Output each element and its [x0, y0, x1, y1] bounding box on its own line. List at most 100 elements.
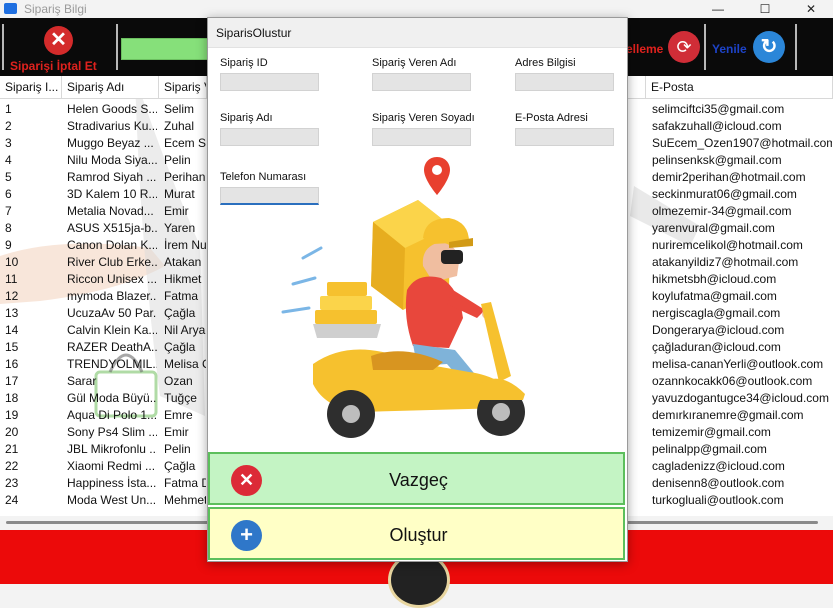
table-cell-owner: Çağla — [164, 306, 196, 320]
table-cell-email: nuriremcelikol@hotmail.com — [652, 238, 803, 252]
table-cell-email: temizemir@gmail.com — [652, 425, 771, 439]
table-cell-name: Moda West Un... — [67, 493, 157, 507]
table-cell-id: 8 — [5, 221, 12, 235]
table-cell-id: 1 — [5, 102, 12, 116]
table-cell-name: RAZER DeathA... — [67, 340, 157, 354]
create-button[interactable]: + Oluştur — [208, 507, 625, 560]
cancel-button[interactable]: ✕ Vazgeç — [208, 452, 625, 505]
table-cell-email: demir2perihan@hotmail.com — [652, 170, 806, 184]
table-cell-name: Helen Goods S... — [67, 102, 157, 116]
close-window-button[interactable]: ✕ — [788, 0, 833, 18]
toolbar-divider — [795, 24, 797, 70]
table-cell-email: ozannkocakk06@outlook.com — [652, 374, 813, 388]
table-cell-email: Dongerarya@icloud.com — [652, 323, 785, 337]
table-cell-owner: Ozan — [164, 374, 193, 388]
table-cell-name: Sony Ps4 Slim ... — [67, 425, 157, 439]
table-cell-name: 3D Kalem 10 R... — [67, 187, 157, 201]
column-header-order-name[interactable]: Sipariş Adı — [62, 76, 159, 99]
toolbar-divider — [704, 24, 706, 70]
cancel-order-button[interactable]: ✕ Siparişi İptal Et — [4, 22, 114, 74]
table-cell-owner: Ecem Su — [164, 136, 206, 150]
window-title: Sipariş Bilgi — [24, 2, 87, 16]
toolbar-divider — [116, 24, 118, 70]
table-cell-owner: Emre — [164, 408, 193, 422]
address-label: Adres Bilgisi — [515, 57, 576, 69]
table-cell-id: 4 — [5, 153, 12, 167]
customer-name-label: Sipariş Veren Adı — [372, 57, 457, 69]
order-name-input[interactable] — [220, 128, 319, 146]
create-order-dialog: SiparisOlustur Sipariş ID Sipariş Veren … — [207, 17, 628, 562]
table-cell-id: 17 — [5, 374, 19, 388]
table-cell-name: TRENDYOLMIL... — [67, 357, 157, 371]
table-cell-name: Stradivarius Ku... — [67, 119, 157, 133]
table-cell-email: selimciftci35@gmail.com — [652, 102, 785, 116]
table-cell-email: pelinalpp@gmail.com — [652, 442, 767, 456]
table-cell-owner: Fatma — [164, 289, 199, 303]
column-header-customer[interactable]: Sipariş V... — [159, 76, 207, 99]
table-cell-email: yavuzdogantugce34@icloud.com — [652, 391, 829, 405]
table-cell-email: pelinsenksk@gmail.com — [652, 153, 782, 167]
table-cell-owner: Murat — [164, 187, 195, 201]
table-cell-name: Riccon Unisex ... — [67, 272, 157, 286]
cancel-x-icon: ✕ — [44, 26, 73, 55]
table-cell-id: 5 — [5, 170, 12, 184]
table-cell-name: Aqua Di Polo 1... — [67, 408, 157, 422]
table-cell-id: 21 — [5, 442, 19, 456]
table-cell-id: 15 — [5, 340, 19, 354]
table-cell-owner: Emir — [164, 204, 189, 218]
cancel-button-label: Vazgeç — [389, 470, 448, 490]
refresh-button[interactable]: Yenile ↻ — [708, 22, 798, 74]
customer-name-input[interactable] — [372, 73, 471, 91]
maximize-button[interactable]: ☐ — [742, 0, 788, 18]
table-cell-id: 10 — [5, 255, 19, 269]
table-cell-name: Happiness İsta... — [67, 476, 157, 490]
column-header-email[interactable]: E-Posta — [646, 76, 833, 99]
table-cell-owner: Mehmet — [164, 493, 206, 507]
table-cell-name: ASUS X515ja-b... — [67, 221, 157, 235]
table-cell-owner: Nil Arya — [164, 323, 206, 337]
table-cell-email: SuEcem_Ozen1907@hotmail.com — [652, 136, 832, 150]
table-cell-email: demırkıranemre@gmail.com — [652, 408, 804, 422]
table-cell-id: 11 — [5, 272, 18, 286]
email-label: E-Posta Adresi — [515, 112, 588, 124]
table-cell-email: yarenvural@gmail.com — [652, 221, 775, 235]
phone-label: Telefon Numarası — [220, 171, 307, 183]
table-cell-id: 18 — [5, 391, 19, 405]
address-input[interactable] — [515, 73, 614, 91]
table-cell-owner: Fatma D — [164, 476, 206, 490]
table-cell-email: cagladenizz@icloud.com — [652, 459, 785, 473]
column-header-id[interactable]: Sipariş I... — [0, 76, 62, 99]
table-cell-id: 22 — [5, 459, 19, 473]
table-cell-owner: Melisa C — [164, 357, 206, 371]
table-cell-name: Xiaomi Redmi ... — [67, 459, 156, 473]
table-cell-id: 24 — [5, 493, 19, 507]
table-cell-email: melisa-cananYerli@outlook.com — [652, 357, 824, 371]
progress-bar — [121, 38, 213, 60]
table-cell-name: Canon Dolan K... — [67, 238, 157, 252]
table-cell-owner: Çağla — [164, 340, 196, 354]
table-cell-id: 7 — [5, 204, 12, 218]
table-cell-id: 2 — [5, 119, 12, 133]
table-cell-email: atakanyildiz7@hotmail.com — [652, 255, 799, 269]
table-cell-id: 23 — [5, 476, 19, 490]
customer-surname-input[interactable] — [372, 128, 471, 146]
table-cell-name: mymoda Blazer... — [67, 289, 157, 303]
column-header-hidden[interactable] — [626, 76, 646, 99]
table-cell-owner: İrem Nu — [164, 238, 206, 252]
refresh-label: Yenile — [712, 42, 747, 56]
email-input[interactable] — [515, 128, 614, 146]
table-cell-id: 12 — [5, 289, 19, 303]
table-cell-owner: Tuğçe — [164, 391, 197, 405]
app-icon — [4, 3, 17, 14]
delivery-scooter-illustration — [281, 200, 525, 438]
table-cell-owner: Selim — [164, 102, 195, 116]
minimize-button[interactable]: — — [695, 0, 741, 18]
update-button[interactable]: elleme ⟳ — [626, 22, 706, 74]
table-cell-name: Sarar — [67, 374, 97, 388]
dialog-title: SiparisOlustur — [216, 26, 292, 40]
table-cell-id: 13 — [5, 306, 19, 320]
table-cell-id: 3 — [5, 136, 12, 150]
order-id-input[interactable] — [220, 73, 319, 91]
refresh-icon: ↻ — [753, 31, 785, 63]
table-cell-email: seckinmurat06@gmail.com — [652, 187, 797, 201]
